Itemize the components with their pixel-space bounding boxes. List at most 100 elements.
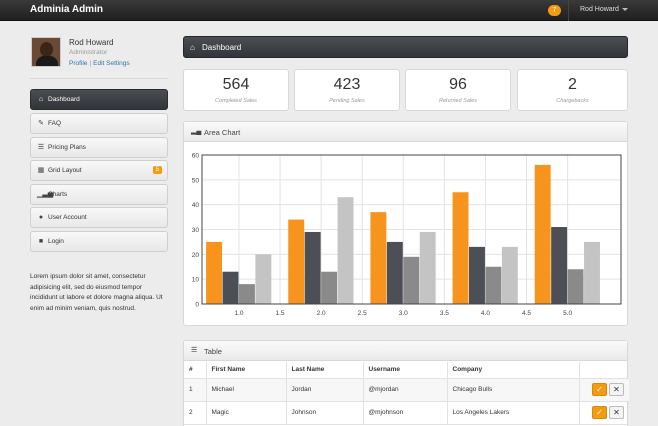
column-header: Company: [446, 362, 579, 379]
list-icon: ☰: [37, 144, 45, 151]
sidebar-item-pricing-plans[interactable]: ☰ Pricing Plans: [30, 137, 168, 158]
bar: [403, 256, 420, 304]
x-tick-label: 1.0: [234, 310, 243, 317]
bar: [534, 164, 551, 304]
y-tick-label: 30: [192, 227, 200, 234]
delete-button[interactable]: ✕: [609, 406, 624, 419]
signal-icon: ▁▃▅: [37, 191, 54, 198]
stat-box-pending-sales: 423 Pending Sales: [294, 69, 400, 111]
stat-value: 2: [568, 76, 577, 93]
sidebar-item-faq[interactable]: ✎ FAQ: [30, 113, 168, 134]
stat-label: Chargebacks: [556, 98, 589, 104]
bar: [321, 271, 338, 304]
table-cell: 2: [184, 401, 206, 425]
bar: [255, 254, 272, 304]
profile-links: Profile | Edit Settings: [69, 60, 130, 67]
home-icon: ⌂: [190, 43, 195, 52]
area-chart-widget: ▂▄ Area Chart 0 10 20 30 40 50 60 1.0 1.5 2.0 2.5 3…: [183, 121, 628, 326]
y-tick-label: 10: [192, 277, 200, 284]
navbar-divider: [568, 0, 569, 21]
profile-link[interactable]: Profile: [69, 60, 87, 67]
notification-badge[interactable]: 7: [548, 5, 561, 16]
table-row: 2 Magic Johnson @mjohnson Los Angeles La…: [184, 401, 629, 425]
bar-chart: 0 10 20 30 40 50 60 1.0 1.5 2.0 2.5 3.0 3.5 4.0 4.5 5.0: [192, 153, 622, 317]
x-tick-label: 3.5: [440, 310, 449, 317]
pushpin-icon: ✎: [38, 120, 44, 127]
x-tick-label: 2.0: [317, 310, 326, 317]
x-tick-label: 2.5: [358, 310, 367, 317]
column-header: First Name: [205, 362, 286, 379]
lock-icon: ■: [38, 238, 44, 245]
brand-logo[interactable]: Adminia Admin: [30, 4, 103, 15]
sidebar-item-login[interactable]: ■ Login: [30, 231, 168, 252]
x-tick-label: 4.5: [522, 310, 531, 317]
row-actions: ✓ ✕: [578, 401, 629, 425]
sidebar-description: Lorem ipsum dolor sit amet, consectetur …: [30, 273, 163, 312]
chevron-down-icon: [621, 7, 628, 11]
stat-label: Returned Sales: [439, 98, 477, 104]
table-cell: 1: [184, 378, 206, 402]
widget-title: Table: [204, 347, 222, 356]
user-icon: ●: [38, 214, 44, 221]
bar: [485, 266, 502, 304]
y-tick-label: 50: [192, 177, 200, 184]
stat-box-chargebacks: 2 Chargebacks: [517, 69, 628, 111]
table-cell: Johnson: [285, 401, 363, 425]
bar: [551, 227, 568, 304]
delete-button[interactable]: ✕: [609, 383, 624, 396]
sidebar-item-user-account[interactable]: ● User Account: [30, 207, 168, 228]
y-tick-label: 40: [192, 202, 200, 209]
bar: [452, 192, 469, 304]
x-tick-label: 3.0: [399, 310, 408, 317]
widget-title: Area Chart: [204, 128, 241, 137]
stat-label: Completed Sales: [215, 98, 257, 104]
approve-button[interactable]: ✓: [592, 383, 607, 396]
bar: [206, 241, 223, 304]
table-cell: Magic: [205, 401, 286, 425]
sidebar-item-grid-layout[interactable]: ▦ Grid Layout 5: [30, 160, 168, 181]
x-tick-label: 5.0: [563, 310, 572, 317]
link-separator: |: [89, 60, 92, 67]
list-icon: ☰: [191, 347, 198, 354]
sidebar-item-dashboard[interactable]: ⌂ Dashboard: [30, 89, 168, 110]
profile-divider: [30, 78, 168, 79]
sidebar-item-charts[interactable]: ▁▃▅ Charts: [30, 184, 168, 205]
approve-button[interactable]: ✓: [592, 406, 607, 419]
stat-box-returned-sales: 96 Returned Sales: [405, 69, 511, 111]
user-menu[interactable]: Rod Howard: [580, 6, 628, 13]
signal-icon: ▂▄: [191, 128, 202, 135]
page-header: ⌂ Dashboard: [183, 36, 628, 58]
grid-icon: ▦: [37, 167, 45, 174]
x-tick-label: 4.0: [481, 310, 490, 317]
edit-settings-link[interactable]: Edit Settings: [93, 60, 130, 67]
user-menu-label: Rod Howard: [580, 6, 619, 13]
y-tick-label: 60: [192, 153, 200, 160]
row-actions: ✓ ✕: [578, 378, 629, 402]
sidebar-item-label: Grid Layout: [48, 167, 82, 174]
data-table: # First Name Last Name Username Company …: [184, 362, 629, 425]
home-icon: ⌂: [38, 96, 44, 103]
x-tick-label: 1.5: [276, 310, 285, 317]
bar: [567, 269, 584, 304]
top-navbar: Adminia Admin 7 Rod Howard: [0, 0, 658, 21]
bar: [238, 284, 255, 304]
profile-role: Administrator: [69, 49, 108, 56]
y-tick-label: 0: [195, 302, 199, 309]
page-title: Dashboard: [202, 43, 242, 52]
profile-name: Rod Howard: [69, 38, 114, 47]
table-header-row: # First Name Last Name Username Company: [184, 362, 629, 379]
sidebar-item-label: Charts: [48, 191, 68, 198]
stat-value: 96: [449, 76, 467, 93]
stat-label: Pending Sales: [329, 98, 365, 104]
bar: [584, 241, 600, 304]
table-widget: ☰ Table # First Name Last Name Username …: [183, 340, 629, 426]
table-row: 1 Michael Jordan @mjordan Chicago Bulls …: [184, 378, 629, 402]
sidebar-item-label: FAQ: [48, 120, 62, 127]
widget-header: ☰ Table: [184, 341, 627, 361]
sidebar-item-label: Dashboard: [48, 96, 80, 103]
table-cell: Michael: [205, 378, 286, 402]
table-cell: Chicago Bulls: [446, 378, 579, 402]
column-header: [578, 362, 629, 379]
table-cell: @mjohnson: [362, 401, 447, 425]
table-cell: @mjordan: [362, 378, 447, 402]
